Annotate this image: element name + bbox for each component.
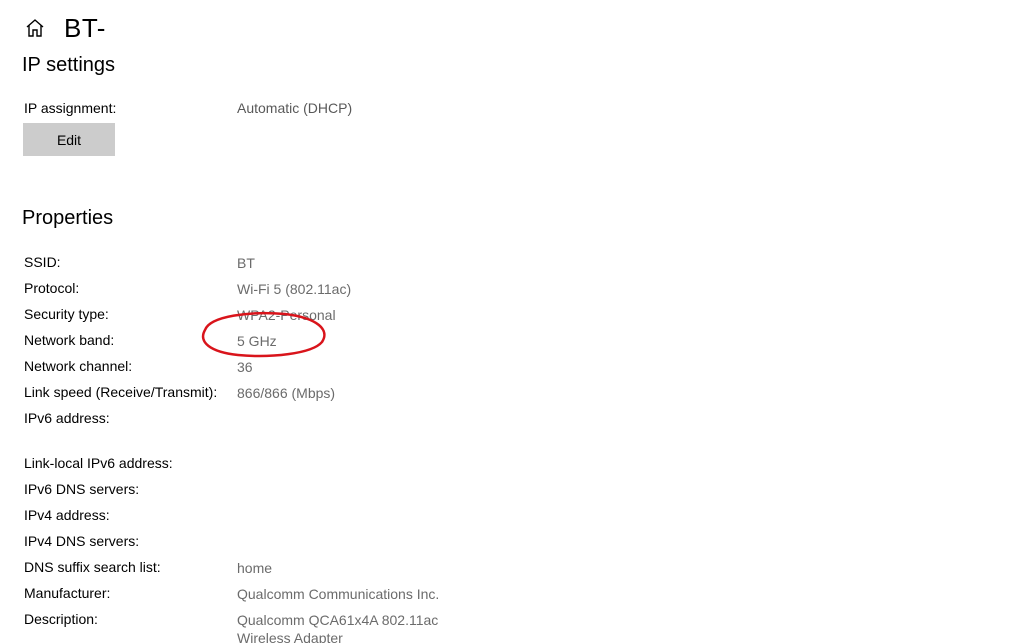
property-label: Link-local IPv6 address: [24,455,173,471]
property-label: Network band: [24,332,115,348]
property-value: 36 [237,359,253,375]
properties-list: SSID: BT Protocol: Wi-Fi 5 (802.11ac) Se… [0,0,1024,643]
property-value: BT [237,255,255,271]
property-row-link-local-ipv6: Link-local IPv6 address: [0,455,1024,477]
property-label: IPv4 DNS servers: [24,533,140,549]
property-value: Qualcomm QCA61x4A 802.11ac Wireless Adap… [237,612,439,643]
property-row-description: Description: Qualcomm QCA61x4A 802.11ac … [0,611,1024,643]
property-value: Wi-Fi 5 (802.11ac) [237,281,352,297]
property-label: IPv6 address: [24,410,110,426]
property-label: Manufacturer: [24,585,111,601]
property-label: Link speed (Receive/Transmit): [24,384,218,400]
property-row-ssid: SSID: BT [0,254,1024,276]
property-label: Security type: [24,306,109,322]
property-label: Description: [24,611,98,627]
property-label: IPv6 DNS servers: [24,481,140,497]
property-row-network-band: Network band: 5 GHz [0,332,1024,354]
property-row-dns-suffix: DNS suffix search list: home [0,559,1024,581]
property-row-manufacturer: Manufacturer: Qualcomm Communications In… [0,585,1024,607]
property-value: 5 GHz [237,333,277,349]
property-row-network-channel: Network channel: 36 [0,358,1024,380]
property-row-ipv6-address: IPv6 address: [0,410,1024,432]
property-row-link-speed: Link speed (Receive/Transmit): 866/866 (… [0,384,1024,406]
property-label: SSID: [24,254,61,270]
property-label: Protocol: [24,280,80,296]
property-value: Qualcomm Communications Inc. [237,586,440,602]
property-value: WPA2-Personal [237,307,336,323]
property-label: Network channel: [24,358,133,374]
property-row-protocol: Protocol: Wi-Fi 5 (802.11ac) [0,280,1024,302]
property-value: home [237,560,273,576]
property-row-security-type: Security type: WPA2-Personal [0,306,1024,328]
property-row-ipv4-address: IPv4 address: [0,507,1024,529]
property-row-ipv4-dns: IPv4 DNS servers: [0,533,1024,555]
property-row-ipv6-dns: IPv6 DNS servers: [0,481,1024,503]
property-value: 866/866 (Mbps) [237,385,336,401]
property-label: DNS suffix search list: [24,559,161,575]
property-label: IPv4 address: [24,507,110,523]
